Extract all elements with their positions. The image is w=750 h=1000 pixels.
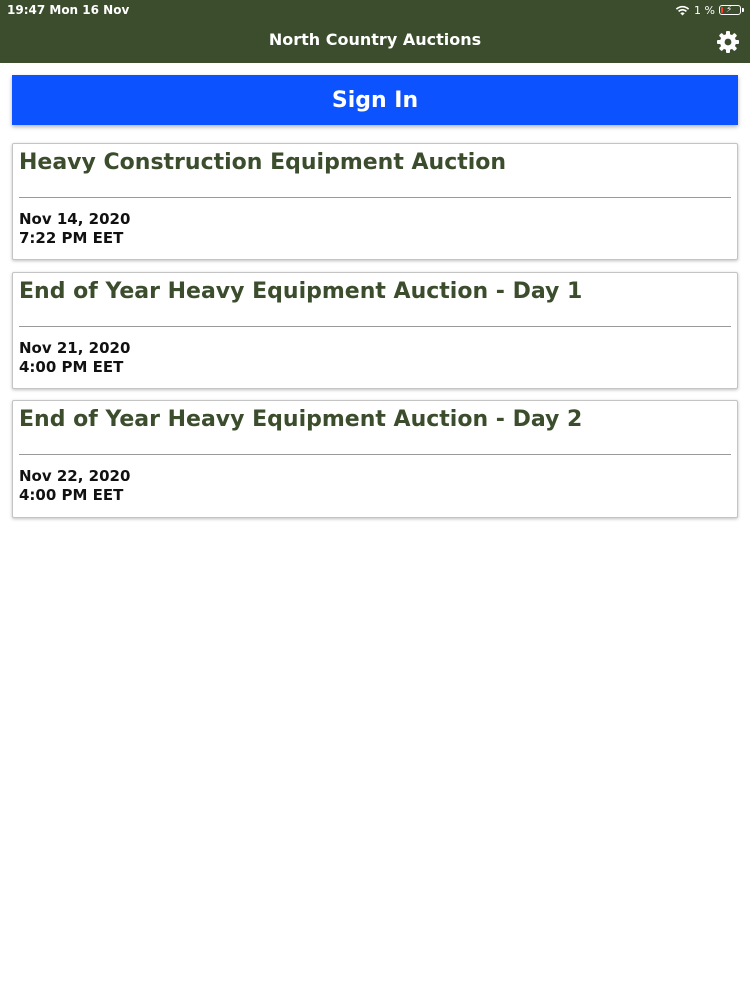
divider xyxy=(19,197,731,198)
app-header: 19:47 Mon 16 Nov 1 % ⚡ North Country Auc… xyxy=(0,0,750,63)
auction-date: Nov 22, 2020 xyxy=(19,467,131,485)
auction-date: Nov 21, 2020 xyxy=(19,339,131,357)
divider xyxy=(19,454,731,455)
wifi-icon xyxy=(675,5,690,15)
battery-cap xyxy=(742,8,744,12)
status-time: 19:47 Mon 16 Nov xyxy=(7,3,130,17)
battery-charging-icon: ⚡ xyxy=(719,5,741,15)
auction-time: 7:22 PM EET xyxy=(19,229,124,247)
settings-button[interactable] xyxy=(716,30,740,54)
auction-date: Nov 14, 2020 xyxy=(19,210,131,228)
auction-card[interactable]: End of Year Heavy Equipment Auction - Da… xyxy=(12,272,738,389)
page-title: North Country Auctions xyxy=(268,30,482,49)
gear-icon xyxy=(717,31,739,53)
auction-title: Heavy Construction Equipment Auction xyxy=(19,150,507,175)
auction-title: End of Year Heavy Equipment Auction - Da… xyxy=(19,279,583,304)
battery-percent: 1 % xyxy=(694,3,715,17)
auction-time: 4:00 PM EET xyxy=(19,358,124,376)
status-indicators: 1 % ⚡ xyxy=(675,2,744,18)
auction-card[interactable]: End of Year Heavy Equipment Auction - Da… xyxy=(12,400,738,518)
auction-title: End of Year Heavy Equipment Auction - Da… xyxy=(19,407,583,432)
auction-time: 4:00 PM EET xyxy=(19,486,124,504)
auction-card[interactable]: Heavy Construction Equipment Auction Nov… xyxy=(12,143,738,260)
divider xyxy=(19,326,731,327)
sign-in-button[interactable]: Sign In xyxy=(12,75,738,125)
